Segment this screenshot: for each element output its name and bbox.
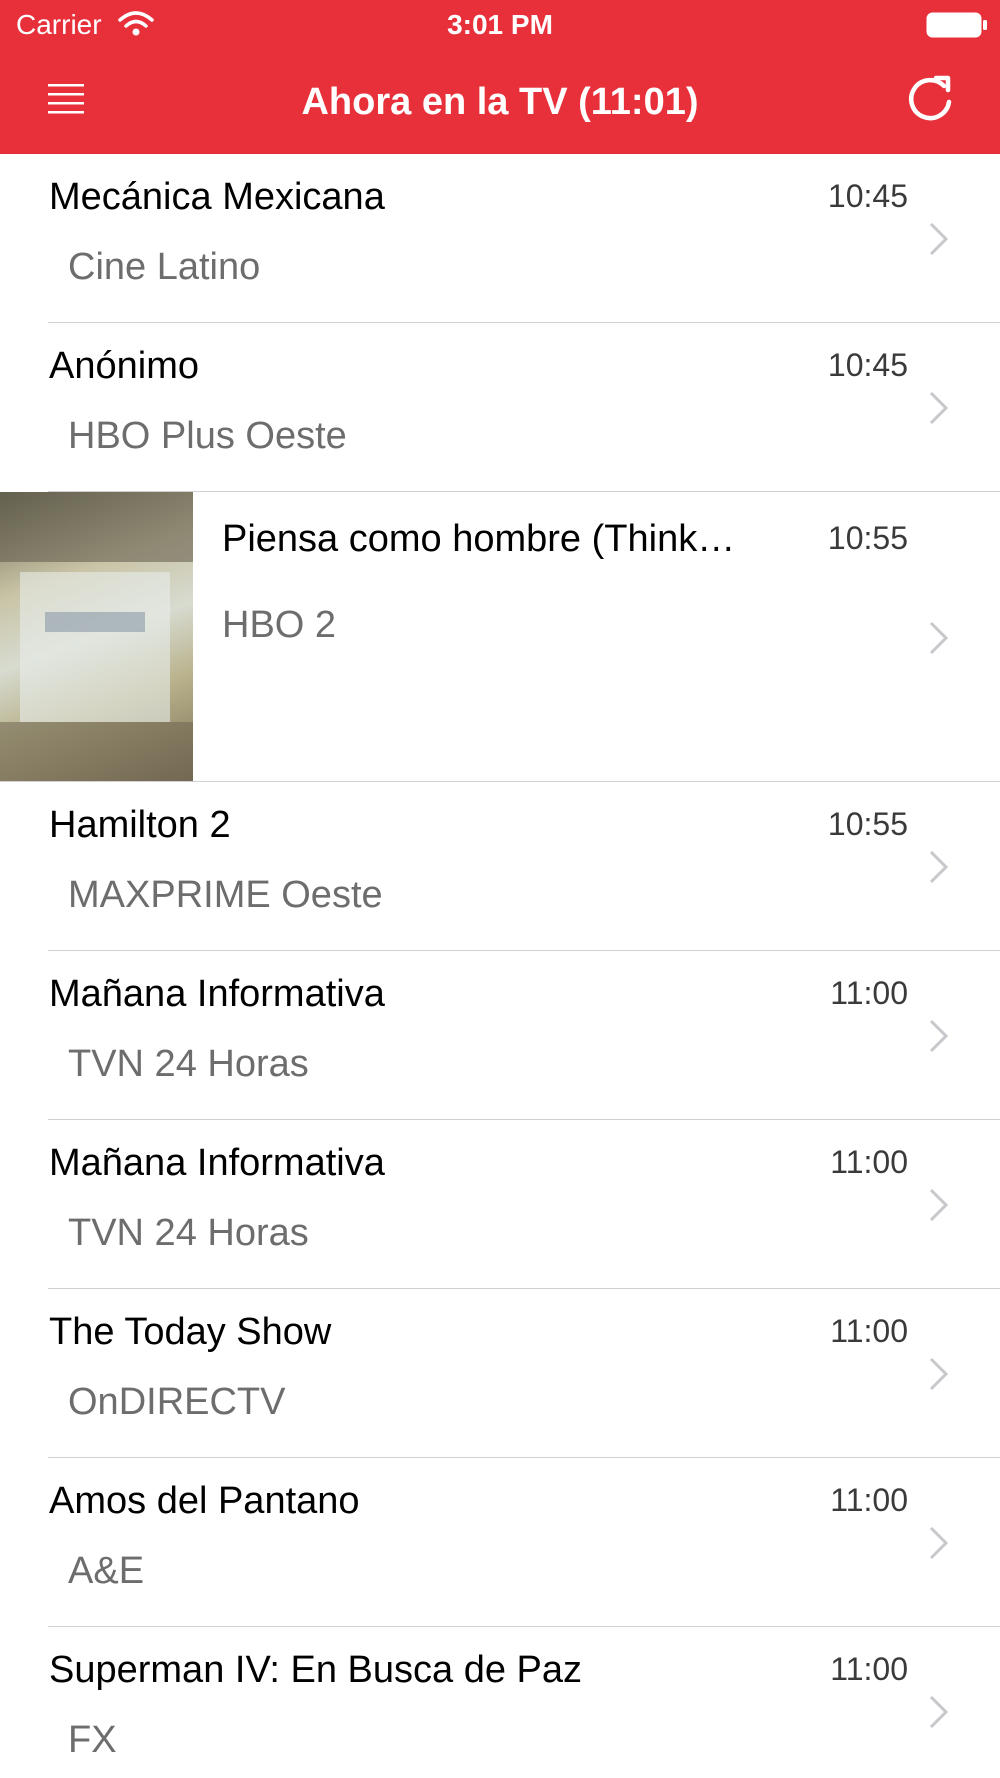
list-item[interactable]: Mecánica Mexicana 10:45 Cine Latino [0,154,1000,323]
nav-bar: Ahora en la TV (11:01) [0,50,1000,154]
program-time: 11:00 [830,1651,908,1687]
program-time: 11:00 [830,975,908,1011]
program-time: 11:00 [830,1482,908,1518]
program-channel: MAXPRIME Oeste [68,874,383,916]
chevron-right-icon [929,1188,949,1222]
program-channel: TVN 24 Horas [68,1212,309,1254]
battery-icon [926,12,987,38]
program-time: 10:45 [827,347,908,383]
hamburger-menu-icon[interactable] [44,76,92,124]
program-channel: TVN 24 Horas [68,1043,309,1085]
program-title: The Today Show [49,1311,332,1353]
status-time: 3:01 PM [447,9,553,40]
program-channel: HBO 2 [222,604,337,646]
list-item[interactable]: Mañana Informativa 11:00 TVN 24 Horas [0,951,1000,1120]
chevron-right-icon [929,850,949,884]
chevron-right-icon [929,1526,949,1560]
program-title: Anónimo [49,345,199,387]
program-channel: HBO Plus Oeste [68,415,347,457]
program-title: Amos del Pantano [49,1480,360,1522]
list-item[interactable]: The Today Show 11:00 OnDIRECTV [0,1289,1000,1458]
list-item[interactable]: Superman IV: En Busca de Paz 11:00 FX [0,1627,1000,1778]
program-channel: A&E [68,1550,145,1592]
screen: Carrier 3:01 PM Ahora en la TV (11:01) M… [0,0,1000,1778]
program-time: 10:55 [827,520,908,556]
program-title: Piensa como hombre (Think… [222,518,736,560]
chevron-right-icon [929,222,949,256]
chevron-right-icon [929,391,949,425]
status-bar: Carrier 3:01 PM [0,0,1000,50]
list-item-with-thumbnail[interactable]: Piensa como hombre (Think… 10:55 HBO 2 [0,492,1000,782]
list-item[interactable]: Hamilton 2 10:55 MAXPRIME Oeste [0,782,1000,951]
program-thumbnail [0,492,193,781]
page-title: Ahora en la TV (11:01) [301,81,699,123]
program-time: 11:00 [830,1313,908,1349]
program-title: Mecánica Mexicana [49,176,385,218]
chevron-right-icon [929,1019,949,1053]
list-item[interactable]: Mañana Informativa 11:00 TVN 24 Horas [0,1120,1000,1289]
program-title: Mañana Informativa [49,1142,385,1184]
chevron-right-icon [929,621,949,655]
refresh-icon[interactable] [902,72,958,128]
program-time: 10:45 [827,178,908,214]
program-time: 11:00 [830,1144,908,1180]
program-title: Hamilton 2 [49,804,231,846]
header: Carrier 3:01 PM Ahora en la TV (11:01) [0,0,1000,154]
program-title: Mañana Informativa [49,973,385,1015]
chevron-right-icon [929,1695,949,1729]
program-channel: Cine Latino [68,246,261,288]
program-time: 10:55 [827,806,908,842]
chevron-right-icon [929,1357,949,1391]
list-item[interactable]: Anónimo 10:45 HBO Plus Oeste [0,323,1000,492]
program-title: Superman IV: En Busca de Paz [49,1649,583,1691]
list-item[interactable]: Amos del Pantano 11:00 A&E [0,1458,1000,1627]
program-channel: FX [68,1719,117,1761]
program-list: Mecánica Mexicana 10:45 Cine Latino Anón… [0,154,1000,1778]
program-channel: OnDIRECTV [68,1381,286,1423]
